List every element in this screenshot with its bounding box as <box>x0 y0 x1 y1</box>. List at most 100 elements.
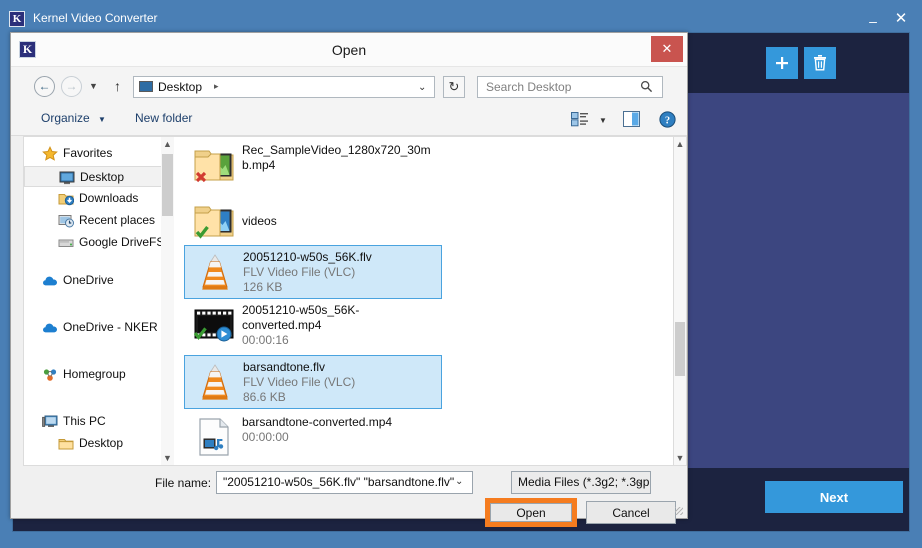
vlc-cone-icon <box>195 362 235 402</box>
folder-video-error-icon <box>194 145 234 185</box>
file-item-meta-primary: FLV Video File (VLC) <box>243 265 356 279</box>
view-chevron-down-icon[interactable]: ▼ <box>599 116 607 125</box>
cloud-icon <box>42 320 58 335</box>
view-mode-button[interactable] <box>571 112 588 132</box>
app-logo-letter: K <box>12 13 22 25</box>
nav-item-onedrive-nker[interactable]: OneDrive - NKER <box>24 317 172 338</box>
address-bar-row: ← → ▼ ↑ Desktop ▸ ⌄ ↻ Search Desktop <box>11 67 687 103</box>
nav-item-label: Desktop <box>79 436 124 450</box>
nav-item-this-pc[interactable]: This PC <box>24 411 172 432</box>
nav-item-recent-places[interactable]: Recent places <box>24 210 172 231</box>
media-file-icon <box>199 418 229 456</box>
file-scroll-down-icon[interactable]: ▼ <box>674 453 686 463</box>
address-bar[interactable]: Desktop ▸ ⌄ <box>133 76 435 98</box>
file-item-name: barsandtone-converted.mp4 <box>242 415 393 429</box>
file-list-item[interactable]: videos <box>184 195 442 251</box>
film-strip-icon <box>193 309 234 342</box>
file-type-select[interactable]: Media Files (*.3g2; *.3gp; *.3gp2 ⌄ <box>511 471 651 494</box>
file-item-meta-primary: FLV Video File (VLC) <box>243 375 356 389</box>
nav-scroll-down-icon[interactable]: ▼ <box>161 453 174 463</box>
film-strip-icon <box>193 305 234 345</box>
app-logo-icon: K <box>9 11 25 27</box>
recent-icon <box>58 215 74 228</box>
file-item-name: 20051210-w50s_56K.flv <box>243 250 372 264</box>
drive-icon <box>58 235 74 250</box>
nav-item-downloads[interactable]: Downloads <box>24 188 172 209</box>
file-item-meta-secondary: 86.6 KB <box>243 390 286 404</box>
file-name-chevron-down-icon[interactable]: ⌄ <box>455 476 463 487</box>
resize-grip[interactable] <box>675 507 683 515</box>
delete-file-button[interactable] <box>804 47 836 79</box>
organize-chevron-down-icon[interactable]: ▼ <box>98 115 106 124</box>
add-file-button[interactable] <box>766 47 798 79</box>
back-button[interactable]: ← <box>34 76 55 97</box>
nav-item-label: Desktop <box>80 170 125 184</box>
downloads-icon <box>58 191 75 206</box>
file-item-name: Rec_SampleVideo_1280x720_30mb.mp4 <box>242 143 431 172</box>
file-list-item[interactable]: 20051210-w50s_56K-converted.mp4 00:00:16 <box>184 299 442 355</box>
nav-item-label: OneDrive <box>63 273 114 287</box>
file-list-item[interactable]: 20051210-w50s_56K.flv FLV Video File (VLC… <box>184 245 442 299</box>
dialog-titlebar: K Open ✕ <box>11 33 687 67</box>
folder-icon <box>58 436 74 451</box>
monitor-icon <box>139 81 153 92</box>
navigation-scrollbar[interactable]: ▲ ▼ <box>161 136 174 466</box>
file-type-chevron-down-icon[interactable]: ⌄ <box>636 476 644 487</box>
nav-item-google-drivefs[interactable]: Google DriveFS <box>24 232 172 253</box>
preview-pane-button[interactable] <box>623 111 640 132</box>
up-button[interactable]: ↑ <box>114 78 121 94</box>
file-type-value: Media Files (*.3g2; *.3gp; *.3gp2 <box>518 475 651 489</box>
nav-scroll-up-icon[interactable]: ▲ <box>161 139 174 149</box>
app-close-button[interactable]: ✕ <box>890 9 912 29</box>
downloads-icon <box>58 194 75 206</box>
file-list-item[interactable]: Rec_SampleVideo_1280x720_30mb.mp4 <box>184 139 442 195</box>
open-button-highlight: Open <box>485 498 577 527</box>
vlc-cone-icon <box>202 364 228 400</box>
file-list-scrollbar[interactable]: ▲ ▼ <box>674 136 687 466</box>
help-button[interactable]: ? <box>659 111 676 133</box>
file-item-meta-primary: 00:00:00 <box>242 430 289 444</box>
nav-item-label: Google DriveFS <box>79 235 165 249</box>
refresh-button[interactable]: ↻ <box>443 76 465 98</box>
nav-item-label: Favorites <box>63 146 113 160</box>
new-folder-button[interactable]: New folder <box>135 111 192 125</box>
file-list-item[interactable]: barsandtone-converted.mp4 00:00:00 <box>184 411 442 465</box>
file-list[interactable]: Rec_SampleVideo_1280x720_30mb.mp4videos 2… <box>174 136 674 466</box>
dialog-close-button[interactable]: ✕ <box>651 36 683 62</box>
nav-item-desktop[interactable]: Desktop <box>24 166 172 187</box>
nav-item-homegroup[interactable]: Homegroup <box>24 364 172 385</box>
next-button[interactable]: Next <box>765 481 903 513</box>
cloud-icon <box>43 276 57 286</box>
open-button[interactable]: Open <box>490 503 572 522</box>
nav-item-label: Homegroup <box>63 367 126 381</box>
address-dropdown-icon[interactable]: ⌄ <box>418 82 426 93</box>
homegroup-icon <box>42 367 58 382</box>
history-dropdown-button[interactable]: ▼ <box>89 81 98 91</box>
cloud-icon <box>43 323 57 333</box>
forward-button[interactable]: → <box>61 76 82 97</box>
nav-item-favorites[interactable]: Favorites <box>24 143 172 164</box>
file-item-name: videos <box>242 214 277 228</box>
app-minimize-button[interactable]: – <box>862 11 884 29</box>
nav-scrollbar-thumb[interactable] <box>162 154 173 216</box>
cancel-button[interactable]: Cancel <box>586 501 676 524</box>
help-icon: ? <box>659 111 676 128</box>
file-scrollbar-thumb[interactable] <box>675 322 685 376</box>
application-window: K Kernel Video Converter – ✕ Next K Open… <box>0 6 922 548</box>
navigation-pane[interactable]: Favorites Desktop Downloads Recent places Go… <box>23 136 173 466</box>
folder-video-ok-icon <box>194 201 234 241</box>
folder-video-error-icon <box>194 150 234 183</box>
file-name-input[interactable]: "20051210-w50s_56K.flv" "barsandtone.flv… <box>216 471 473 494</box>
address-crumb-desktop[interactable]: Desktop <box>158 80 202 94</box>
file-list-item[interactable]: barsandtone.flv FLV Video File (VLC) 86.6 … <box>184 355 442 409</box>
trash-icon <box>814 55 826 71</box>
nav-item-desktop[interactable]: Desktop <box>24 433 172 454</box>
arrow-left-icon: ← <box>38 79 51 93</box>
file-name-label: File name: <box>155 476 212 490</box>
search-input[interactable]: Search Desktop <box>477 76 663 98</box>
organize-button[interactable]: Organize <box>41 111 90 125</box>
cloud-icon <box>42 273 58 288</box>
file-scroll-up-icon[interactable]: ▲ <box>674 139 686 149</box>
nav-item-onedrive[interactable]: OneDrive <box>24 270 172 291</box>
nav-item-label: Downloads <box>79 191 139 205</box>
